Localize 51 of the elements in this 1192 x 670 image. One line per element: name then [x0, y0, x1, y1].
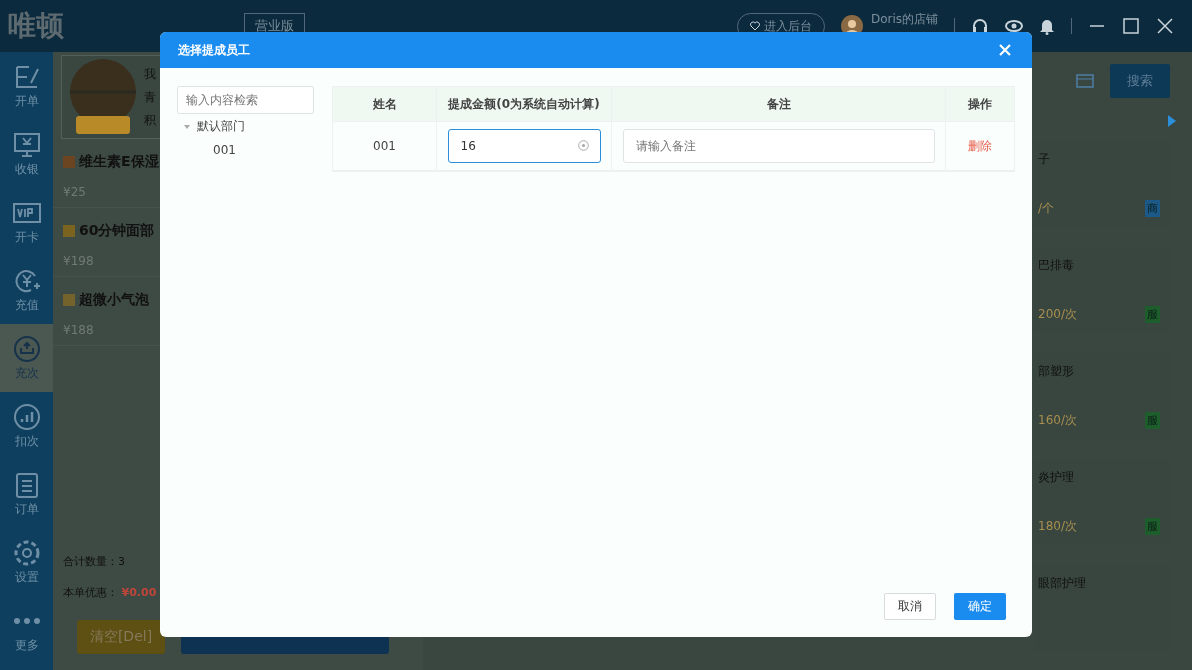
amount-field[interactable]: 16 [447, 129, 601, 163]
nav-item[interactable]: 收银 [0, 120, 53, 188]
service-price: 200/次 [1038, 306, 1077, 323]
service-tag: 商 [1145, 200, 1160, 217]
dialog-title: 选择提成员工 [178, 41, 250, 59]
service-tag: 服 [1145, 518, 1160, 535]
service-tag: 服 [1145, 412, 1160, 429]
nav-item[interactable]: 开卡 [0, 188, 53, 256]
logo-text: 唯顿 [8, 8, 65, 44]
service-price: /个 [1038, 200, 1055, 217]
search-button[interactable]: 搜索 [1110, 64, 1170, 98]
next-icon[interactable] [1168, 115, 1176, 127]
nav-item[interactable]: 充值 [0, 256, 53, 324]
clear-button[interactable]: 清空[Del] [77, 620, 165, 654]
delete-link[interactable]: 删除 [968, 137, 992, 155]
item-name: 60分钟面部 [79, 222, 155, 240]
nav-item[interactable]: 订单 [0, 460, 53, 528]
nav-item[interactable]: 扣次 [0, 392, 53, 460]
tree-item[interactable]: 001 [177, 135, 314, 157]
column-header: 姓名 [333, 87, 437, 121]
item-name: 超微小气泡 [79, 291, 149, 309]
discount-value: ¥0.00 [121, 586, 157, 599]
service-tag: 服 [1145, 306, 1160, 323]
maximize-icon[interactable] [1122, 17, 1140, 35]
bell-icon[interactable] [1039, 17, 1055, 35]
confirm-button[interactable]: 确定 [954, 593, 1006, 620]
item-name: 维生素E保湿 [79, 153, 159, 171]
chart-icon [12, 402, 41, 431]
table-cell: 001 [333, 122, 437, 170]
avatar-icon [68, 58, 138, 136]
service-price: 180/次 [1038, 518, 1077, 535]
gear-icon [12, 538, 41, 567]
monitor-icon [12, 130, 41, 159]
dots-icon [12, 617, 41, 624]
tree-item[interactable]: 默认部门 [177, 114, 314, 135]
column-header: 提成金额(0为系统自动计算) [437, 87, 612, 121]
note-field[interactable]: 请输入备注 [622, 129, 935, 163]
eye-icon[interactable] [1005, 17, 1023, 35]
service-price: 160/次 [1038, 412, 1077, 429]
heart-icon [749, 21, 760, 31]
search-field[interactable]: 输入内容检索 [177, 86, 314, 114]
nav-item[interactable]: 更多 [0, 596, 53, 664]
caret-icon [183, 122, 191, 131]
cancel-button[interactable]: 取消 [884, 593, 936, 620]
column-header: 操作 [967, 95, 993, 113]
close-icon[interactable] [1156, 17, 1174, 35]
nav-item[interactable]: 设置 [0, 528, 53, 596]
nav-item[interactable]: 开单 [0, 52, 53, 120]
headset-icon[interactable] [971, 17, 989, 35]
store-name: Doris的店铺 [870, 10, 938, 28]
column-header: 备注 [612, 87, 946, 121]
